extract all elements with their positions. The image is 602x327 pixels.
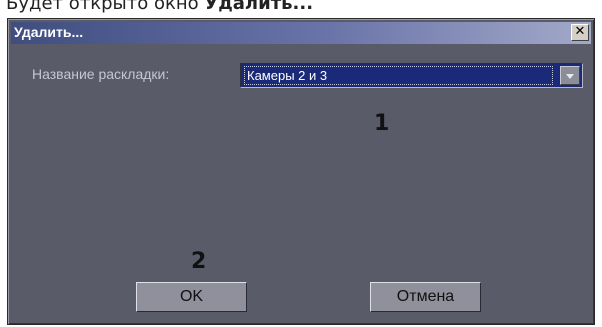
annotation-marker-2: 2 <box>191 249 207 274</box>
dialog-title: Удалить... <box>14 24 84 40</box>
annotation-marker-1: 1 <box>374 111 390 136</box>
ok-button[interactable]: OK <box>136 282 247 312</box>
instruction-prefix: Будет открыто окно <box>6 0 205 14</box>
close-button[interactable]: ✕ <box>571 24 589 41</box>
delete-layout-dialog: Удалить... ✕ Название раскладки: Камеры … <box>7 18 595 325</box>
cancel-button[interactable]: Отмена <box>370 282 481 312</box>
dialog-titlebar[interactable]: Удалить... ✕ <box>11 22 591 44</box>
page-instruction-text: Будет открыто окно Удалить... <box>6 0 313 14</box>
close-icon: ✕ <box>574 24 586 39</box>
layout-name-value: Камеры 2 и 3 <box>244 66 553 85</box>
instruction-bold: Удалить... <box>204 0 314 14</box>
page: Будет открыто окно Удалить... Удалить...… <box>0 0 602 327</box>
layout-name-dropdown[interactable]: Камеры 2 и 3 <box>240 63 583 88</box>
layout-name-label: Название раскладки: <box>32 66 170 82</box>
dropdown-arrow-button[interactable] <box>560 66 580 85</box>
